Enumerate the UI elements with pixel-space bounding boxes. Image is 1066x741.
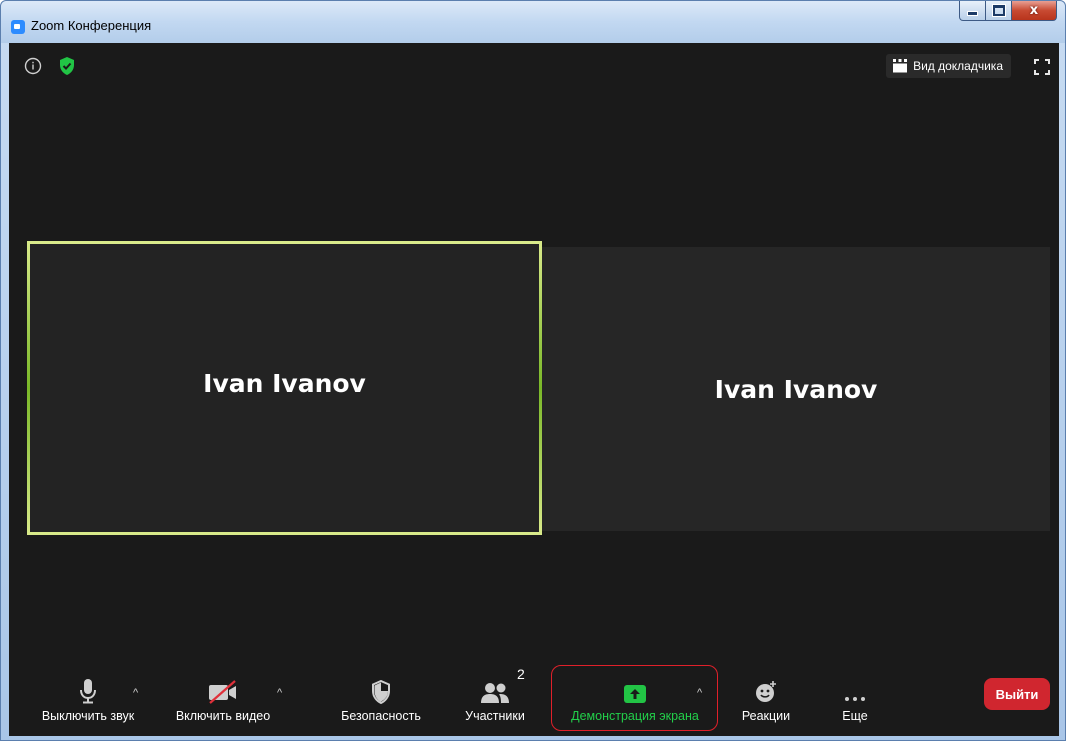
- info-icon[interactable]: [23, 56, 43, 76]
- audio-options-caret[interactable]: ^: [133, 687, 138, 699]
- mute-label: Выключить звук: [41, 709, 135, 723]
- participants-icon: [481, 683, 509, 703]
- video-tile-active[interactable]: Ivan Ivanov: [27, 241, 542, 535]
- meeting-status-icons: [23, 56, 77, 76]
- close-icon: x: [1029, 3, 1039, 18]
- zoom-app-icon: [11, 20, 25, 34]
- title-bar[interactable]: Zoom Конференция x: [1, 1, 1065, 43]
- share-screen-button[interactable]: Демонстрация экрана: [555, 664, 715, 736]
- security-label: Безопасность: [341, 709, 421, 723]
- security-button[interactable]: Безопасность: [331, 664, 431, 736]
- share-screen-icon: [624, 685, 646, 703]
- microphone-icon: [80, 679, 96, 704]
- speaker-view-icon: [893, 59, 908, 73]
- fullscreen-icon[interactable]: [1033, 58, 1051, 76]
- mute-button[interactable]: Выключить звук: [29, 664, 147, 736]
- share-screen-label: Демонстрация экрана: [571, 709, 699, 723]
- reactions-smiley-icon: [756, 681, 776, 702]
- video-options-caret[interactable]: ^: [277, 687, 282, 699]
- zoom-window: Zoom Конференция x Вид докладчика Ivan I…: [0, 0, 1066, 741]
- start-video-button[interactable]: Включить видео: [165, 664, 281, 736]
- more-label: Еще: [842, 709, 868, 723]
- meeting-toolbar: Выключить звук ^ Включить видео ^ Безопа…: [9, 664, 1059, 736]
- security-shield-icon: [372, 680, 390, 704]
- window-controls: x: [959, 1, 1057, 23]
- reactions-button[interactable]: Реакции: [731, 664, 801, 736]
- more-dots-icon: [845, 697, 865, 701]
- video-off-icon: [209, 680, 236, 704]
- maximize-button[interactable]: [986, 1, 1012, 21]
- share-options-caret[interactable]: ^: [697, 687, 702, 699]
- minimize-icon: [967, 11, 978, 16]
- minimize-button[interactable]: [959, 1, 986, 21]
- encryption-shield-icon[interactable]: [57, 56, 77, 76]
- reactions-label: Реакции: [741, 709, 791, 723]
- meeting-area: Вид докладчика Ivan Ivanov Ivan Ivanov В…: [9, 43, 1059, 736]
- participant-name: Ivan Ivanov: [203, 368, 366, 398]
- video-tile[interactable]: Ivan Ivanov: [542, 247, 1050, 531]
- participants-button[interactable]: 2 Участники: [453, 664, 537, 736]
- maximize-icon: [991, 4, 1006, 17]
- participants-count: 2: [517, 666, 525, 682]
- speaker-view-label: Вид докладчика: [913, 59, 1003, 73]
- more-button[interactable]: Еще: [825, 664, 885, 736]
- close-button[interactable]: x: [1012, 1, 1057, 21]
- participant-name: Ivan Ivanov: [714, 374, 878, 404]
- participants-label: Участники: [465, 709, 525, 723]
- speaker-view-button[interactable]: Вид докладчика: [886, 54, 1011, 78]
- leave-button[interactable]: Выйти: [984, 678, 1050, 710]
- video-label: Включить видео: [175, 709, 271, 723]
- window-title: Zoom Конференция: [31, 18, 152, 33]
